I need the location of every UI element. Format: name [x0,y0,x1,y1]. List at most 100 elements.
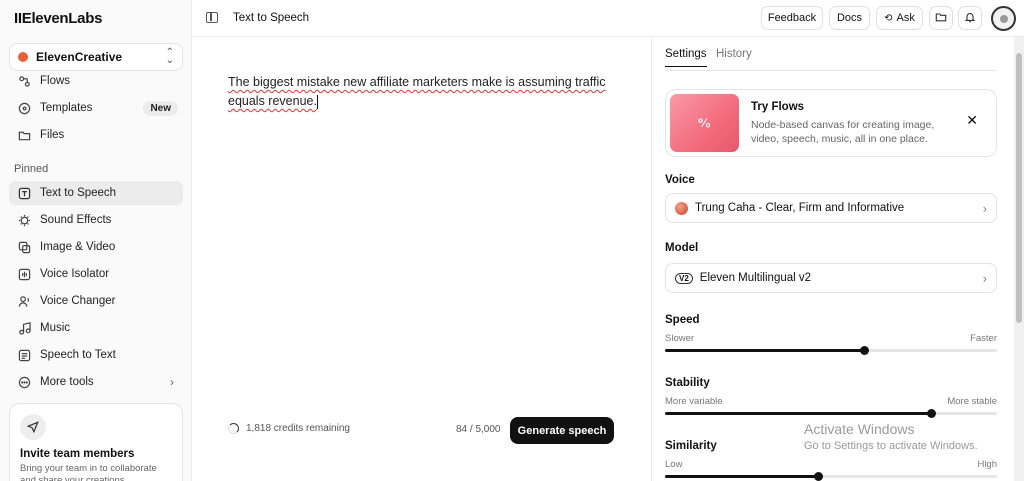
similarity-max-label: High [977,459,997,470]
watermark-title: Activate Windows [804,421,915,437]
sidebar-toggle-icon[interactable] [206,12,218,23]
user-icon [999,14,1008,23]
workspace-dot-icon [18,52,28,62]
sidebar-item-label: Voice Isolator [40,268,110,280]
model-selector[interactable]: V2 Eleven Multilingual v2 › [665,263,997,293]
sidebar-item-speech-to-text[interactable]: Speech to Text [9,343,183,367]
pinned-section-label: Pinned [14,163,49,175]
sidebar-item-more-tools[interactable]: More tools › [9,370,183,394]
folder-icon [935,11,947,26]
ask-button[interactable]: ⟲ Ask [876,6,923,30]
generate-speech-button[interactable]: Generate speech [510,417,614,444]
model-version-badge: V2 [675,272,693,284]
flows-icon [17,74,31,88]
top-bar: Text to Speech Feedback Docs ⟲ Ask [192,0,1024,37]
stability-slider[interactable] [665,409,997,418]
similarity-hints: Low High [665,459,997,470]
sidebar-item-label: Text to Speech [40,187,117,199]
sidebar-item-image-video[interactable]: Image & Video [9,235,183,259]
stability-hints: More variable More stable [665,396,997,407]
sidebar-item-flows[interactable]: Flows [9,69,183,93]
speech-to-text-icon [17,348,31,362]
sidebar-item-text-to-speech[interactable]: Text to Speech [9,181,183,205]
files-icon [17,128,31,142]
sidebar-item-label: Speech to Text [40,349,116,361]
sidebar-item-templates[interactable]: Templates New [9,96,183,120]
chevron-right-icon: › [982,200,987,216]
settings-tabs: Settings History [665,48,997,71]
flows-glyph-icon: ⁰⁄₀ [698,116,711,130]
tab-settings[interactable]: Settings [665,48,707,67]
files-button[interactable] [929,6,953,30]
speed-slider-fill [665,349,865,352]
promo-title: Try Flows [751,101,805,113]
notifications-button[interactable] [958,6,982,30]
try-flows-card[interactable]: ⁰⁄₀ Try Flows Node-based canvas for crea… [665,89,997,157]
sidebar-item-voice-changer[interactable]: Voice Changer [9,289,183,313]
docs-button[interactable]: Docs [829,6,870,30]
speed-hints: Slower Faster [665,333,997,344]
invite-card[interactable]: Invite team members Bring your team in t… [9,403,183,481]
similarity-slider[interactable] [665,472,997,481]
page-title: Text to Speech [233,12,310,24]
text-input[interactable]: The biggest mistake new affiliate market… [228,73,608,111]
settings-scrollbar[interactable] [1014,37,1024,481]
send-icon [20,414,46,440]
invite-description: Bring your team in to collaborate and sh… [20,463,157,481]
close-icon[interactable]: ✕ [966,112,978,129]
stability-max-label: More stable [947,396,997,407]
chevron-updown-icon: ⌃ ⌄ [165,47,174,66]
sidebar-item-label: Flows [40,75,71,87]
stability-label: Stability [665,377,710,389]
sidebar-item-files[interactable]: Files [9,123,183,147]
voice-selector[interactable]: Trung Caha - Clear, Firm and Informative… [665,193,997,223]
similarity-slider-fill [665,475,818,478]
speed-label: Speed [665,314,700,326]
invite-title: Invite team members [20,448,135,460]
ask-label: Ask [896,12,915,24]
sidebar-item-sound-effects[interactable]: Sound Effects [9,208,183,232]
sidebar-item-music[interactable]: Music [9,316,183,340]
speed-slider[interactable] [665,346,997,355]
voice-label: Voice [665,174,695,186]
chevron-right-icon: › [982,270,987,286]
docs-label: Docs [836,12,863,24]
voice-avatar-icon [675,201,688,215]
feedback-label: Feedback [767,12,817,24]
elevenlabs-logo[interactable]: IIElevenLabs [14,10,102,27]
speed-slider-handle[interactable] [860,346,870,355]
tab-history[interactable]: History [716,48,752,60]
stability-slider-handle[interactable] [926,409,936,418]
stability-slider-fill [665,412,931,415]
voice-changer-icon [17,294,31,308]
text-caret [316,94,318,109]
watermark-subtitle: Go to Settings to activate Windows. [804,440,978,452]
voice-isolator-icon [17,267,31,281]
credits-remaining: 1,818 credits remaining [246,423,350,434]
user-avatar[interactable] [991,6,1016,31]
sidebar-item-label: Music [40,322,71,334]
similarity-min-label: Low [665,459,683,470]
feedback-button[interactable]: Feedback [761,6,823,30]
sidebar-item-label: Sound Effects [40,214,112,226]
promo-description: Node-based canvas for creating image, vi… [751,119,935,145]
speed-min-label: Slower [665,333,695,344]
workspace-selector[interactable]: ElevenCreative ⌃ ⌄ [9,43,183,71]
text-to-speech-icon [17,186,31,200]
windows-activation-watermark: Activate Windows Go to Settings to activ… [804,421,978,452]
scrollbar-thumb[interactable] [1016,53,1022,323]
sidebar-item-voice-isolator[interactable]: Voice Isolator [9,262,183,286]
ask-icon: ⟲ [884,12,893,24]
more-tools-icon [17,375,31,389]
model-label: Model [665,242,699,254]
voice-value: Trung Caha - Clear, Firm and Informative [695,202,905,214]
model-value: Eleven Multilingual v2 [699,272,812,284]
chevron-right-icon: › [170,375,174,389]
similarity-slider-handle[interactable] [813,472,823,481]
credits-info: 1,818 credits remaining [228,423,350,434]
music-icon [17,321,31,335]
flows-thumbnail: ⁰⁄₀ [670,94,739,152]
sidebar-item-label: More tools [40,376,94,388]
sidebar-item-label: Files [40,129,65,141]
credits-ring-icon [228,423,239,434]
